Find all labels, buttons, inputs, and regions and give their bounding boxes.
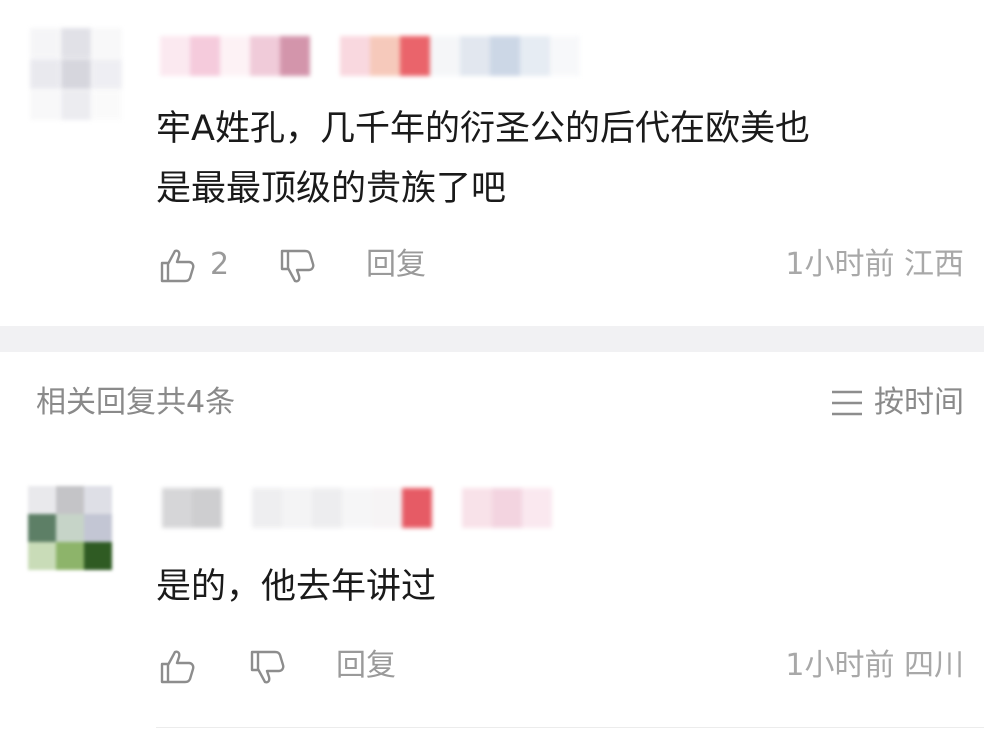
comment-actions: 2 回复 1小时前 江西: [156, 243, 964, 287]
username-blurred[interactable]: [160, 36, 580, 76]
reply-text: 是的，他去年讲过: [156, 567, 437, 607]
replies-count-label: 相关回复共4条: [36, 385, 236, 420]
thumbs-up-icon[interactable]: [158, 648, 196, 686]
sort-by-time-button[interactable]: 按时间: [830, 380, 964, 426]
avatar[interactable]: [30, 28, 122, 120]
reply-avatar[interactable]: [28, 486, 112, 570]
reply-actions: 回复 1小时前 四川: [156, 644, 964, 688]
menu-lines-icon: [832, 390, 862, 416]
divider-line: [156, 727, 984, 728]
replies-header: 相关回复共4条 按时间: [0, 380, 984, 426]
reply-username-blurred[interactable]: [162, 488, 582, 528]
like-count: 2: [210, 247, 230, 282]
reply-time-location: 1小时前 四川: [785, 648, 964, 683]
reply-button[interactable]: 回复: [336, 644, 396, 688]
thumbs-down-icon[interactable]: [278, 247, 316, 285]
comment-time-location: 1小时前 江西: [785, 247, 964, 282]
sort-label: 按时间: [874, 385, 964, 420]
thumbs-down-icon[interactable]: [248, 648, 286, 686]
thumbs-up-icon[interactable]: [158, 247, 196, 285]
comment-text-line-1: 牢A姓孔，几千年的衍圣公的后代在欧美也: [156, 109, 810, 149]
comment-text-line-2: 是最最顶级的贵族了吧: [156, 169, 507, 209]
section-divider: [0, 326, 984, 352]
reply-button[interactable]: 回复: [366, 243, 426, 287]
